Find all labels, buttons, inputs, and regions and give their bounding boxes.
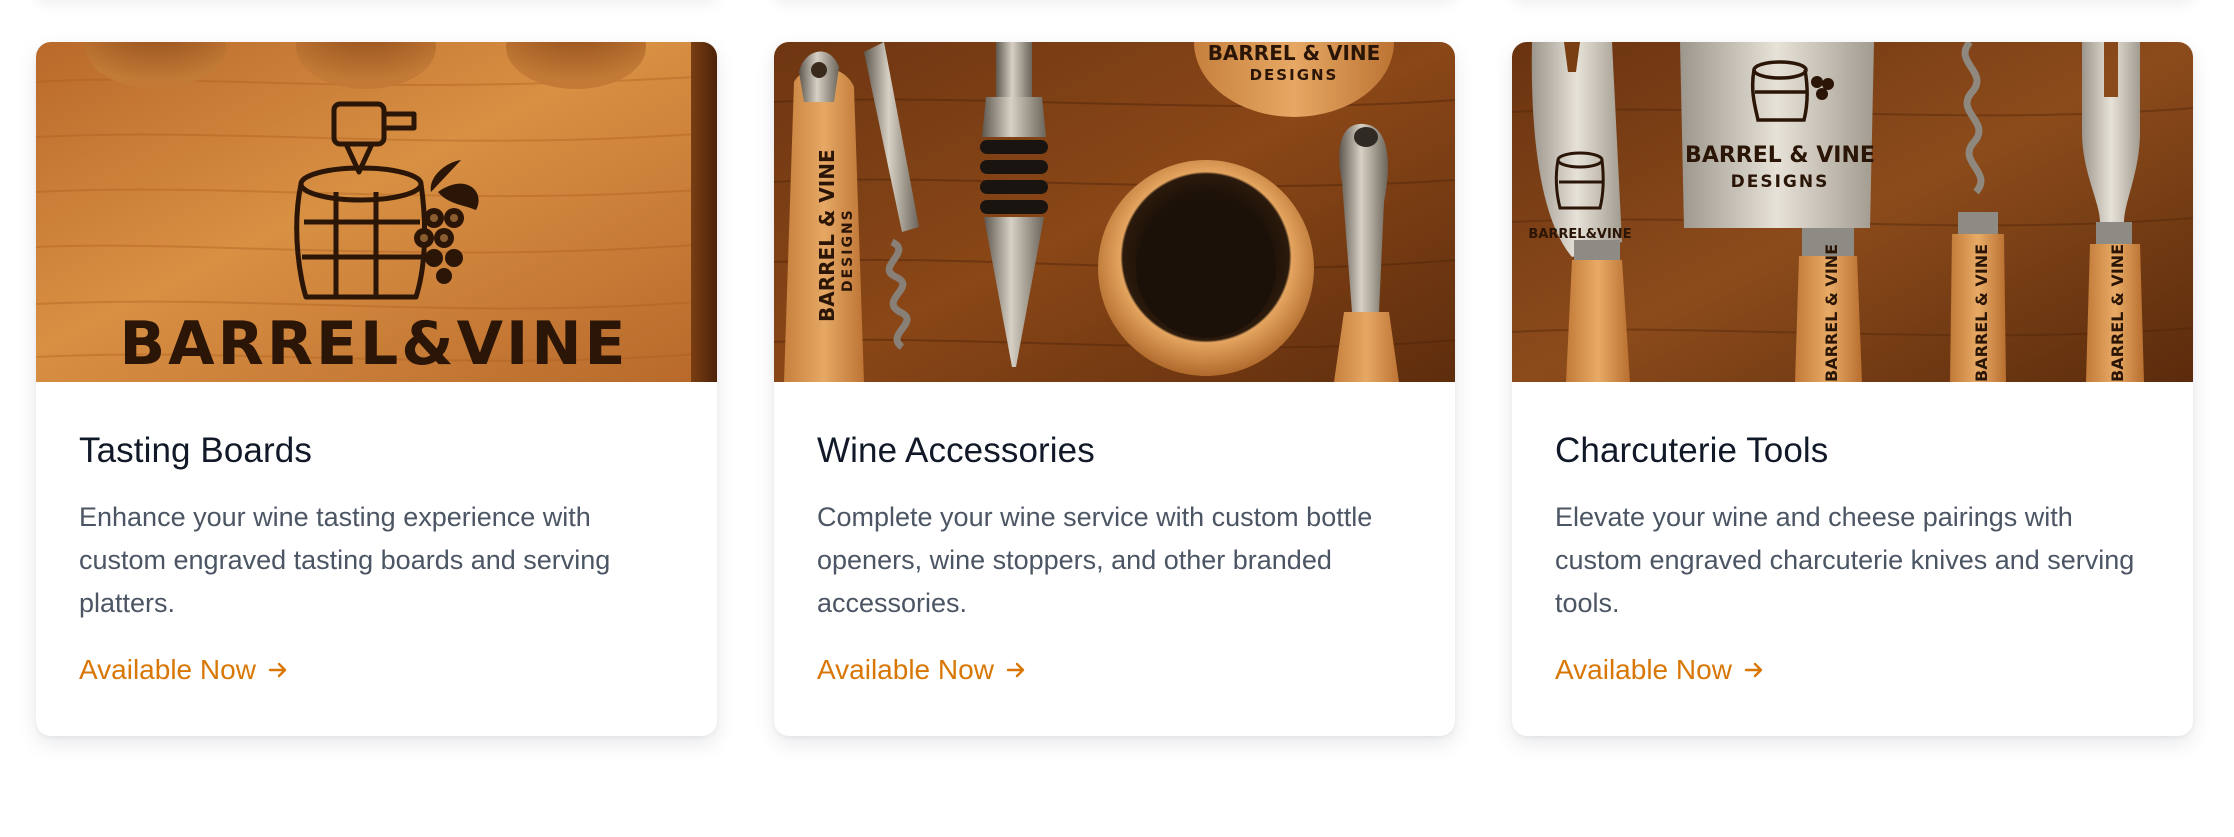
tasting-board-image: BARREL&VINE: [36, 42, 717, 382]
cleaver-brand-text: BARREL & VINE: [1685, 143, 1875, 168]
card-description: Enhance your wine tasting experience wit…: [79, 502, 611, 618]
arrow-right-icon: [1006, 662, 1025, 678]
cleaver-brand-sub: DESIGNS: [1731, 172, 1830, 192]
card-title: Tasting Boards: [79, 431, 312, 470]
tasting-board-brand-text: BARREL&VINE: [119, 309, 628, 379]
knife-brand-text: BARREL&VINE: [1528, 227, 1631, 242]
available-now-link[interactable]: Available Now: [817, 654, 1028, 686]
card-title: Charcuterie Tools: [1555, 431, 1829, 470]
available-now-label: Available Now: [1555, 654, 1732, 685]
arrow-right-icon: [268, 662, 287, 678]
product-card-wine-accessories[interactable]: BARREL & VINE DESIGNS BARREL & VINE DESI…: [774, 42, 1455, 736]
card-description: Complete your wine service with custom b…: [817, 502, 1373, 618]
charcuterie-tools-image: BARREL&VINE BARREL & VINE DESIGNS BARREL…: [1512, 42, 2193, 382]
coaster-brand-text: BARREL & VINE: [1208, 42, 1381, 65]
card-title: Wine Accessories: [817, 431, 1095, 470]
corkscrew-handle-text: BARREL & VINE: [1972, 244, 1991, 382]
corkscrew-brand-text: BARREL & VINE: [815, 149, 839, 322]
fork-handle-text: BARREL & VINE: [2108, 244, 2127, 382]
arrow-right-icon: [1744, 662, 1763, 678]
cleaver-handle-text: BARREL & VINE: [1822, 244, 1841, 382]
coaster-brand-sub: DESIGNS: [1250, 66, 1339, 84]
available-now-link[interactable]: Available Now: [1555, 654, 1766, 686]
product-card-tasting-boards[interactable]: BARREL&VINE Tasting Boards Enhance your …: [36, 42, 717, 736]
previous-section-edge: [0, 0, 2234, 10]
card-description: Elevate your wine and cheese pairings wi…: [1555, 502, 2135, 618]
product-category-grid: BARREL&VINE Tasting Boards Enhance your …: [36, 42, 2193, 736]
corkscrew-brand-sub: DESIGNS: [840, 208, 856, 292]
available-now-link[interactable]: Available Now: [79, 654, 290, 686]
available-now-label: Available Now: [79, 654, 256, 685]
available-now-label: Available Now: [817, 654, 994, 685]
wine-accessories-image: BARREL & VINE DESIGNS BARREL & VINE DESI…: [774, 42, 1455, 382]
product-card-charcuterie-tools[interactable]: BARREL&VINE BARREL & VINE DESIGNS BARREL…: [1512, 42, 2193, 736]
